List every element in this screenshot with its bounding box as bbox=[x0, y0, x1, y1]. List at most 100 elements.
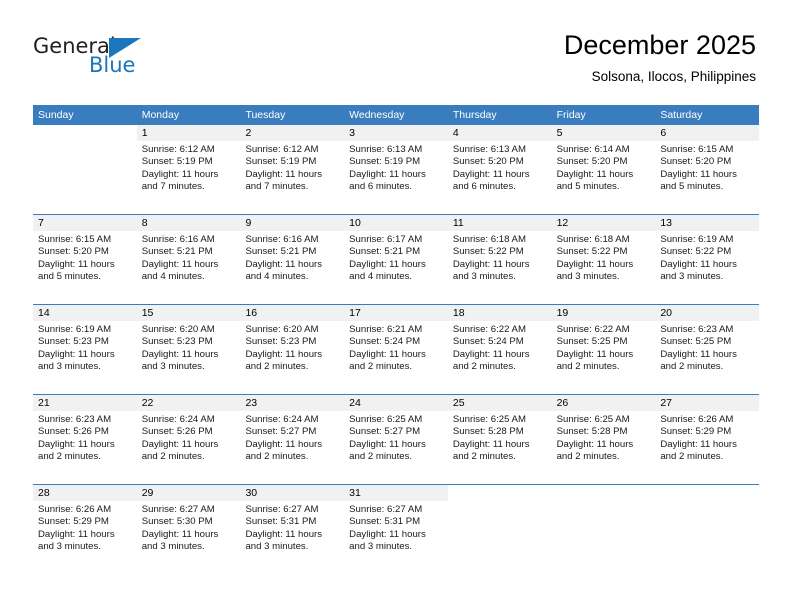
day-cell[interactable]: 26 Sunrise: 6:25 AM Sunset: 5:28 PM Dayl… bbox=[551, 395, 656, 484]
day-number bbox=[551, 485, 656, 501]
sunset-text: Sunset: 5:27 PM bbox=[349, 426, 421, 438]
daylight-text-line1: Daylight: 11 hours bbox=[660, 438, 737, 450]
sunrise-text: Sunrise: 6:18 AM bbox=[556, 234, 630, 245]
day-cell[interactable]: 18 Sunrise: 6:22 AM Sunset: 5:24 PM Dayl… bbox=[447, 305, 552, 394]
day-cell[interactable]: 5 Sunrise: 6:14 AM Sunset: 5:20 PM Dayli… bbox=[551, 125, 656, 214]
sunrise-text: Sunrise: 6:25 AM bbox=[349, 414, 423, 425]
weekday-header-wednesday: Wednesday bbox=[349, 109, 405, 121]
daylight-text-line2: and 4 minutes. bbox=[141, 271, 205, 283]
daylight-text-line1: Daylight: 11 hours bbox=[245, 528, 323, 540]
day-details: Sunrise: 6:14 AM Sunset: 5:20 PM Dayligh… bbox=[552, 141, 656, 194]
daylight-text-line2: and 3 minutes. bbox=[38, 541, 101, 553]
daylight-text-line1: Daylight: 11 hours bbox=[349, 438, 426, 450]
daylight-text-line1: Daylight: 11 hours bbox=[38, 528, 115, 540]
general-blue-logo[interactable]: General Blue bbox=[33, 34, 213, 84]
day-cell[interactable]: 8 Sunrise: 6:16 AM Sunset: 5:21 PM Dayli… bbox=[136, 215, 241, 304]
sunrise-text: Sunrise: 6:12 AM bbox=[245, 144, 319, 155]
sunrise-text: Sunrise: 6:21 AM bbox=[349, 324, 423, 335]
sunrise-text: Sunrise: 6:19 AM bbox=[38, 324, 112, 335]
day-cell[interactable] bbox=[447, 485, 552, 574]
weekday-header-thursday: Thursday bbox=[452, 109, 497, 121]
day-cell[interactable]: 12 Sunrise: 6:18 AM Sunset: 5:22 PM Dayl… bbox=[551, 215, 656, 304]
day-cell[interactable] bbox=[33, 125, 137, 214]
daylight-text-line2: and 6 minutes. bbox=[452, 181, 516, 193]
sunrise-text: Sunrise: 6:23 AM bbox=[38, 414, 112, 425]
daylight-text-line1: Daylight: 11 hours bbox=[349, 258, 426, 270]
day-cell[interactable]: 1 Sunrise: 6:12 AM Sunset: 5:19 PM Dayli… bbox=[136, 125, 241, 214]
day-cell[interactable]: 10 Sunrise: 6:17 AM Sunset: 5:21 PM Dayl… bbox=[344, 215, 448, 304]
day-details bbox=[448, 501, 552, 504]
day-cell[interactable]: 13 Sunrise: 6:19 AM Sunset: 5:22 PM Dayl… bbox=[655, 215, 760, 304]
day-number: 1 bbox=[136, 125, 241, 141]
day-cell[interactable]: 3 Sunrise: 6:13 AM Sunset: 5:19 PM Dayli… bbox=[344, 125, 448, 214]
sunrise-text: Sunrise: 6:27 AM bbox=[141, 504, 215, 515]
day-cell[interactable]: 20 Sunrise: 6:23 AM Sunset: 5:25 PM Dayl… bbox=[655, 305, 760, 394]
day-cell[interactable] bbox=[655, 485, 760, 574]
daylight-text-line1: Daylight: 11 hours bbox=[660, 168, 737, 180]
sunset-text: Sunset: 5:22 PM bbox=[556, 246, 628, 258]
sunrise-text: Sunrise: 6:27 AM bbox=[245, 504, 319, 515]
day-number: 22 bbox=[136, 395, 241, 411]
day-cell[interactable]: 19 Sunrise: 6:22 AM Sunset: 5:25 PM Dayl… bbox=[551, 305, 656, 394]
day-cell[interactable]: 9 Sunrise: 6:16 AM Sunset: 5:21 PM Dayli… bbox=[240, 215, 345, 304]
day-cell[interactable]: 25 Sunrise: 6:25 AM Sunset: 5:28 PM Dayl… bbox=[447, 395, 552, 484]
day-cell[interactable]: 11 Sunrise: 6:18 AM Sunset: 5:22 PM Dayl… bbox=[447, 215, 552, 304]
sunrise-text: Sunrise: 6:23 AM bbox=[660, 324, 734, 335]
day-cell[interactable]: 14 Sunrise: 6:19 AM Sunset: 5:23 PM Dayl… bbox=[33, 305, 137, 394]
sunrise-text: Sunrise: 6:25 AM bbox=[452, 414, 526, 425]
day-cell[interactable]: 27 Sunrise: 6:26 AM Sunset: 5:29 PM Dayl… bbox=[655, 395, 760, 484]
day-number: 15 bbox=[136, 305, 241, 321]
weekday-header-tuesday: Tuesday bbox=[245, 109, 286, 121]
day-cell[interactable]: 23 Sunrise: 6:24 AM Sunset: 5:27 PM Dayl… bbox=[240, 395, 345, 484]
day-cell[interactable]: 17 Sunrise: 6:21 AM Sunset: 5:24 PM Dayl… bbox=[344, 305, 448, 394]
day-cell[interactable]: 24 Sunrise: 6:25 AM Sunset: 5:27 PM Dayl… bbox=[344, 395, 448, 484]
day-number: 24 bbox=[344, 395, 448, 411]
day-cell[interactable] bbox=[551, 485, 656, 574]
sunset-text: Sunset: 5:25 PM bbox=[660, 336, 732, 348]
day-cell[interactable]: 21 Sunrise: 6:23 AM Sunset: 5:26 PM Dayl… bbox=[33, 395, 137, 484]
weekday-header-row: Sunday Monday Tuesday Wednesday Thursday… bbox=[33, 105, 759, 125]
day-cell[interactable]: 29 Sunrise: 6:27 AM Sunset: 5:30 PM Dayl… bbox=[136, 485, 241, 574]
day-details: Sunrise: 6:18 AM Sunset: 5:22 PM Dayligh… bbox=[552, 231, 656, 284]
day-cell[interactable]: 7 Sunrise: 6:15 AM Sunset: 5:20 PM Dayli… bbox=[33, 215, 137, 304]
day-number: 29 bbox=[136, 485, 241, 501]
sunrise-text: Sunrise: 6:15 AM bbox=[38, 234, 112, 245]
day-number: 18 bbox=[447, 305, 552, 321]
sunset-text: Sunset: 5:24 PM bbox=[452, 336, 524, 348]
sunset-text: Sunset: 5:31 PM bbox=[349, 516, 421, 528]
day-cell[interactable]: 16 Sunrise: 6:20 AM Sunset: 5:23 PM Dayl… bbox=[240, 305, 345, 394]
day-number: 20 bbox=[655, 305, 760, 321]
sunset-text: Sunset: 5:20 PM bbox=[556, 156, 628, 168]
day-number: 12 bbox=[551, 215, 656, 231]
sunset-text: Sunset: 5:19 PM bbox=[245, 156, 317, 168]
daylight-text-line2: and 2 minutes. bbox=[141, 451, 205, 463]
day-details: Sunrise: 6:25 AM Sunset: 5:28 PM Dayligh… bbox=[448, 411, 552, 464]
day-cell[interactable]: 15 Sunrise: 6:20 AM Sunset: 5:23 PM Dayl… bbox=[136, 305, 241, 394]
daylight-text-line1: Daylight: 11 hours bbox=[38, 438, 115, 450]
sunset-text: Sunset: 5:25 PM bbox=[556, 336, 628, 348]
day-details: Sunrise: 6:25 AM Sunset: 5:28 PM Dayligh… bbox=[552, 411, 656, 464]
day-number: 27 bbox=[655, 395, 760, 411]
day-cell[interactable]: 31 Sunrise: 6:27 AM Sunset: 5:31 PM Dayl… bbox=[344, 485, 448, 574]
day-cell[interactable]: 6 Sunrise: 6:15 AM Sunset: 5:20 PM Dayli… bbox=[655, 125, 760, 214]
daylight-text-line2: and 3 minutes. bbox=[141, 541, 205, 553]
daylight-text-line1: Daylight: 11 hours bbox=[141, 258, 219, 270]
daylight-text-line2: and 4 minutes. bbox=[349, 271, 413, 283]
calendar-week-row: 14 Sunrise: 6:19 AM Sunset: 5:23 PM Dayl… bbox=[33, 304, 760, 394]
day-details bbox=[552, 501, 656, 504]
day-details: Sunrise: 6:23 AM Sunset: 5:26 PM Dayligh… bbox=[33, 411, 137, 464]
sunrise-text: Sunrise: 6:22 AM bbox=[556, 324, 630, 335]
day-details bbox=[655, 501, 759, 504]
day-cell[interactable]: 4 Sunrise: 6:13 AM Sunset: 5:20 PM Dayli… bbox=[447, 125, 552, 214]
day-cell[interactable]: 22 Sunrise: 6:24 AM Sunset: 5:26 PM Dayl… bbox=[136, 395, 241, 484]
daylight-text-line2: and 2 minutes. bbox=[556, 361, 620, 373]
daylight-text-line2: and 7 minutes. bbox=[245, 181, 309, 193]
day-cell[interactable]: 28 Sunrise: 6:26 AM Sunset: 5:29 PM Dayl… bbox=[33, 485, 137, 574]
day-details: Sunrise: 6:20 AM Sunset: 5:23 PM Dayligh… bbox=[240, 321, 344, 374]
daylight-text-line1: Daylight: 11 hours bbox=[556, 168, 634, 180]
day-cell[interactable]: 30 Sunrise: 6:27 AM Sunset: 5:31 PM Dayl… bbox=[240, 485, 345, 574]
location-subtitle: Solsona, Ilocos, Philippines bbox=[591, 69, 756, 84]
daylight-text-line2: and 2 minutes. bbox=[556, 451, 620, 463]
day-number bbox=[655, 485, 760, 501]
day-cell[interactable]: 2 Sunrise: 6:12 AM Sunset: 5:19 PM Dayli… bbox=[240, 125, 345, 214]
